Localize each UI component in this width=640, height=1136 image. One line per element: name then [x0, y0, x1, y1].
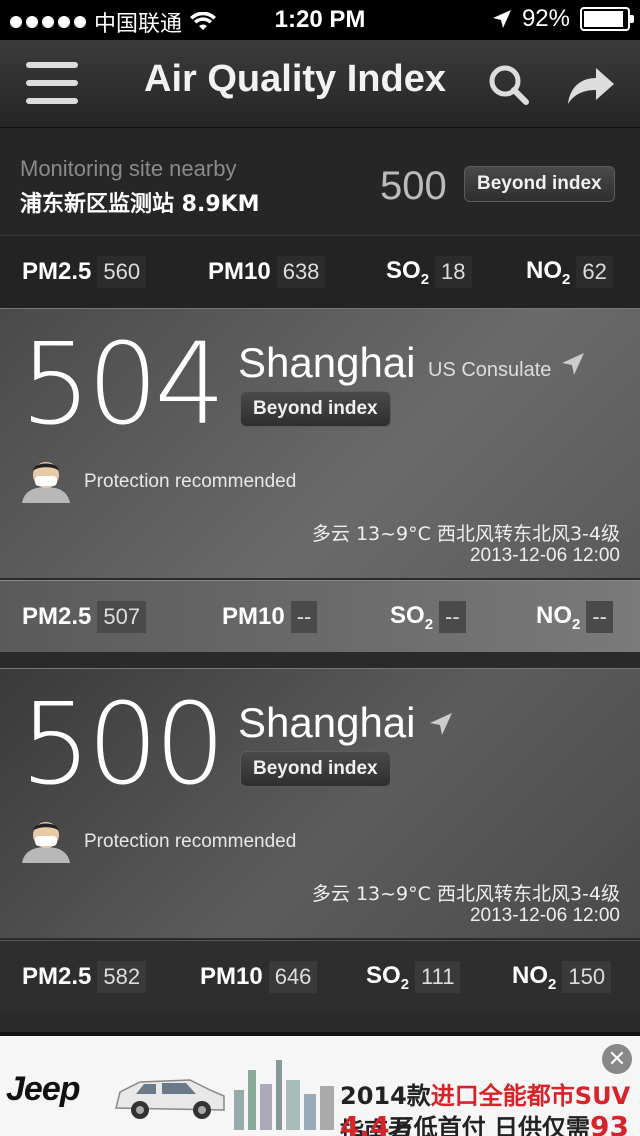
city-skyline-image: [234, 1060, 334, 1130]
pollutant-name: NO2: [512, 961, 557, 993]
pollutant-pm25: PM2.5 560: [22, 256, 147, 288]
pollutant-name: PM2.5: [22, 258, 92, 285]
pollutant-name: PM10: [208, 258, 271, 285]
ad-banner[interactable]: Jeep 2014款进口全能都市SUV指南者 4.4万低首付 日供仅需93元 ✕: [0, 1032, 640, 1136]
pollutant-value: 150: [562, 961, 612, 993]
level-badge: Beyond index: [240, 751, 391, 787]
pollutant-no2: NO2 150: [512, 961, 612, 993]
location-arrow-icon: [492, 10, 511, 28]
station-card[interactable]: 500 Shanghai Beyond index Protection rec…: [0, 668, 640, 938]
status-right: 92%: [492, 5, 634, 33]
nearby-site-name: 浦东新区监测站 8.9KM: [20, 192, 260, 217]
nearby-pollutant-row: PM2.5 560 PM10 638 SO2 18 NO2 62: [0, 236, 640, 308]
pollutant-value: --: [290, 601, 318, 633]
ad-brand-logo: Jeep: [6, 1070, 80, 1108]
location-arrow-icon: [562, 353, 584, 375]
aqi-value: 504: [20, 320, 226, 450]
pollutant-name: SO2: [366, 961, 410, 993]
pollutant-value: 507: [97, 601, 147, 633]
battery-icon: [580, 7, 634, 31]
ad-close-icon[interactable]: ✕: [602, 1044, 632, 1074]
pollutant-value: 582: [97, 961, 147, 993]
pollutant-pm25: PM2.5 507: [22, 601, 147, 633]
protection-advice: Protection recommended: [84, 471, 297, 492]
pollutant-so2: SO2 111: [366, 961, 461, 993]
pollutant-value: 560: [97, 256, 147, 288]
pollutant-no2: NO2 --: [536, 601, 613, 633]
city-name: Shanghai: [238, 339, 416, 386]
pollutant-name: PM2.5: [22, 603, 92, 630]
pollutant-value: --: [586, 601, 613, 633]
nav-bar: Air Quality Index: [0, 40, 640, 128]
station-card[interactable]: 504 Shanghai US Consulate Beyond index P…: [0, 308, 640, 578]
pollutant-value: --: [439, 601, 466, 633]
car-image: [115, 1079, 225, 1119]
city-name: Shanghai: [238, 699, 416, 746]
battery-percent: 92%: [521, 5, 570, 32]
mask-avatar-icon: [22, 822, 70, 863]
pollutant-name: PM10: [222, 603, 285, 630]
station-pollutant-row: PM2.5 582 PM10 646 SO2 111 NO2 150: [0, 940, 640, 1012]
pollutant-no2: NO2 62: [526, 256, 613, 288]
station-pollutant-row: PM2.5 507 PM10 -- SO2 -- NO2 --: [0, 580, 640, 652]
mask-avatar-icon: [22, 462, 70, 503]
location-arrow-icon: [430, 713, 452, 735]
update-datetime: 2013-12-06 12:00: [469, 905, 620, 926]
pollutant-name: PM10: [200, 963, 263, 990]
pollutant-pm10: PM10 638: [208, 256, 326, 288]
nearby-site-panel[interactable]: Monitoring site nearby 浦东新区监测站 8.9KM 500…: [0, 128, 640, 236]
status-bar: 中国联通 1:20 PM 92%: [0, 0, 640, 40]
pollutant-name: SO2: [390, 601, 434, 633]
weather-info: 多云 13~9°C 西北风转东北风3-4级: [311, 523, 620, 545]
weather-info: 多云 13~9°C 西北风转东北风3-4级: [311, 883, 620, 905]
pollutant-value: 111: [415, 961, 461, 993]
pollutant-name: PM2.5: [22, 963, 92, 990]
pollutant-so2: SO2 --: [390, 601, 466, 633]
pollutant-pm10: PM10 646: [200, 961, 318, 993]
protection-advice: Protection recommended: [84, 831, 297, 852]
pollutant-name: NO2: [536, 601, 581, 633]
share-icon[interactable]: [562, 62, 618, 108]
pollutant-value: 62: [576, 256, 613, 288]
update-datetime: 2013-12-06 12:00: [469, 545, 620, 566]
nearby-label: Monitoring site nearby: [20, 156, 237, 181]
ad-offer: 4.4万低首付 日供仅需93元: [340, 1110, 629, 1136]
pollutant-value: 638: [276, 256, 326, 288]
pollutant-value: 646: [268, 961, 318, 993]
pollutant-value: 18: [435, 256, 472, 288]
station-name: US Consulate: [428, 359, 552, 381]
pollutant-name: NO2: [526, 256, 571, 288]
pollutant-so2: SO2 18: [386, 256, 472, 288]
pollutant-pm10: PM10 --: [222, 601, 318, 633]
aqi-value: 500: [20, 680, 226, 810]
pollutant-name: SO2: [386, 256, 430, 288]
pollutant-pm25: PM2.5 582: [22, 961, 147, 993]
search-icon[interactable]: [486, 62, 532, 108]
nearby-aqi-value: 500: [380, 164, 447, 208]
level-badge: Beyond index: [240, 391, 391, 427]
nearby-level-badge: Beyond index: [464, 166, 615, 202]
